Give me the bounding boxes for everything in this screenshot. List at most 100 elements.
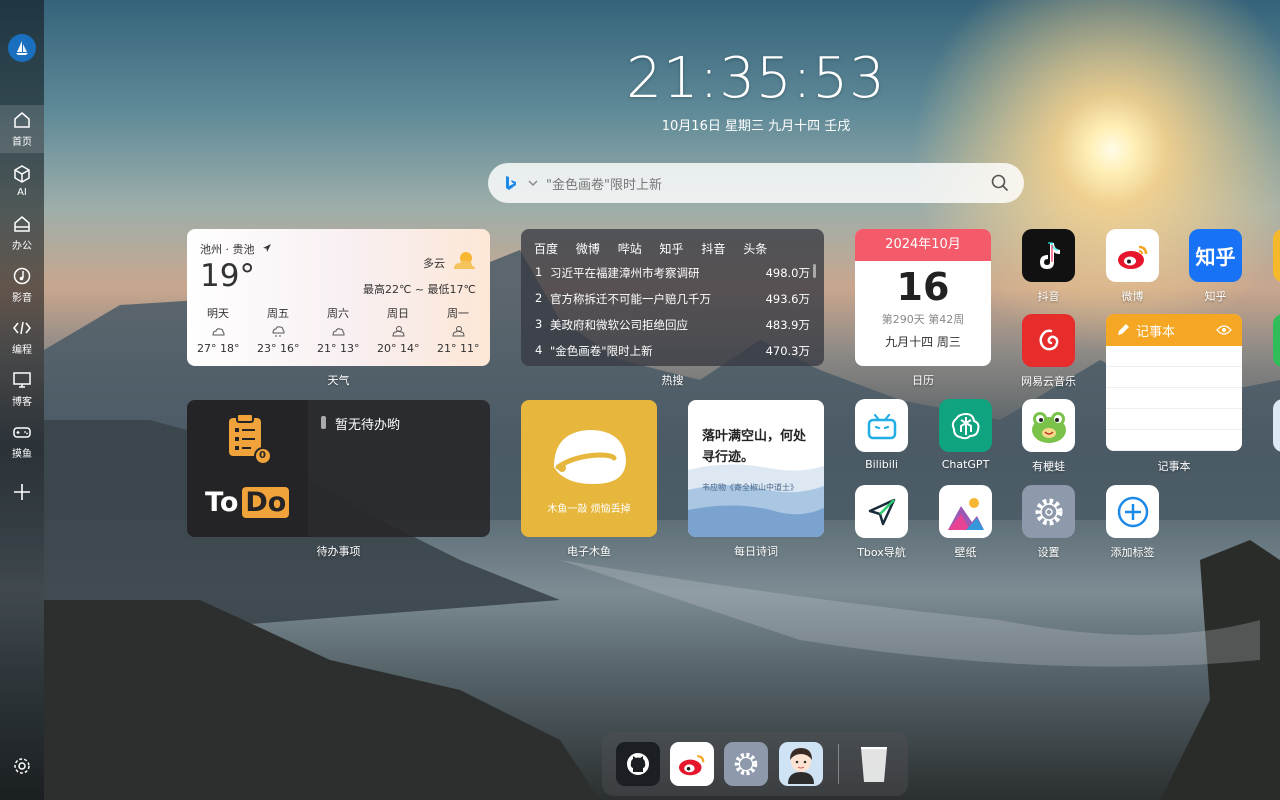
- bing-icon[interactable]: [502, 174, 520, 192]
- settings-button[interactable]: [0, 742, 44, 790]
- netease-music-app[interactable]: [1022, 314, 1075, 367]
- sidebar-item-code[interactable]: 编程: [0, 313, 44, 361]
- tbox-app[interactable]: [855, 485, 908, 538]
- dock-settings-app[interactable]: [724, 742, 768, 786]
- chatgpt-app[interactable]: [939, 399, 992, 452]
- dock-avatar-app[interactable]: [779, 742, 823, 786]
- calendar-lunar: 九月十四 周三: [885, 335, 961, 349]
- weibo-app[interactable]: [1106, 229, 1159, 282]
- zhihu-label: 知乎: [1204, 290, 1227, 303]
- wooden-fish-icon: [554, 430, 626, 484]
- github-icon: [627, 753, 649, 775]
- notepad-title: 记事本: [1136, 324, 1176, 340]
- poem-label: 每日诗词: [734, 545, 778, 558]
- gear-icon: [1035, 498, 1062, 525]
- tab-bilibili[interactable]: 哔站: [618, 242, 642, 256]
- sidebar-item-fun[interactable]: 摸鱼: [0, 417, 44, 465]
- add-bookmark-label: 添加标签: [1110, 546, 1155, 559]
- sidebar-item-label: 博客: [12, 397, 32, 408]
- wooden-fish-widget[interactable]: 木鱼一敲 烦恼丢掉: [521, 400, 657, 537]
- dock-weibo-app[interactable]: [670, 742, 714, 786]
- hot-search-scrollbar[interactable]: [813, 264, 816, 278]
- tab-douyin[interactable]: 抖音: [701, 242, 725, 256]
- sidebar-item-label: 编程: [12, 345, 32, 356]
- netease-music-icon: [1038, 329, 1058, 350]
- hot-search-item[interactable]: 1 习近平在福建漳州市考察调研 498.0万: [535, 265, 810, 281]
- wallpaper-label: 壁纸: [954, 546, 977, 559]
- weibo-icon: [1117, 245, 1147, 269]
- notepad-widget[interactable]: 记事本: [1106, 314, 1242, 451]
- weibo-icon: [679, 755, 705, 776]
- todo-badge: 0: [259, 450, 266, 461]
- weather-label: 天气: [327, 374, 350, 387]
- weather-location: 池州 · 贵池: [200, 241, 272, 257]
- hot-search-label: 热搜: [661, 374, 684, 387]
- tab-weibo[interactable]: 微博: [576, 242, 600, 256]
- douyin-app[interactable]: [1022, 229, 1075, 282]
- todo-widget[interactable]: 0 To Do 暂无待办哟: [187, 400, 490, 537]
- wallpaper-app[interactable]: [939, 485, 992, 538]
- hot-search-widget[interactable]: 百度 微博 哔站 知乎 抖音 头条 1 习近平在福建漳州市考察调研 498.0万…: [521, 229, 824, 366]
- weather-range: 最高22℃ ~ 最低17℃: [363, 283, 476, 296]
- tab-toutiao[interactable]: 头条: [743, 242, 767, 256]
- sidebar-item-label: 摸鱼: [12, 449, 32, 460]
- bilibili-icon: [867, 413, 896, 439]
- add-category-button[interactable]: [0, 468, 44, 516]
- trash-icon: [861, 747, 887, 782]
- sidebar-item-media[interactable]: 影音: [0, 261, 44, 309]
- poem-source: 韦应物《寄全椒山中道士》: [702, 483, 798, 492]
- notepad-lines[interactable]: [1106, 346, 1242, 451]
- calendar-widget[interactable]: 2024年10月 16 第290天 第42周 九月十四 周三: [855, 229, 991, 366]
- weather-condition: 多云: [423, 257, 445, 270]
- tab-baidu[interactable]: 百度: [534, 242, 558, 256]
- partly-cloudy-icon: [454, 252, 475, 269]
- calendar-day: 16: [896, 265, 950, 309]
- wallpaper-icon: [947, 497, 984, 530]
- hot-search-item[interactable]: 3 美政府和微软公司拒绝回应 483.9万: [535, 317, 810, 333]
- hot-search-item[interactable]: 4 "金色画卷"限时上新 470.3万: [535, 343, 810, 359]
- calendar-info: 第290天 第42周: [881, 313, 965, 326]
- plus-icon: [14, 484, 30, 500]
- chevron-down-icon[interactable]: [528, 178, 538, 188]
- search-bar[interactable]: "金色画卷"限时上新: [488, 163, 1024, 203]
- hot-search-tabs: 百度 微博 哔站 知乎 抖音 头条: [534, 240, 781, 257]
- dock-github-app[interactable]: [616, 742, 660, 786]
- zhihu-icon: 知乎: [1195, 245, 1236, 269]
- gear-icon: [14, 758, 30, 774]
- todo-empty-indicator: [321, 416, 326, 429]
- weather-temp: 19°: [200, 258, 255, 294]
- forecast-day: 周日 20° 14°: [377, 307, 420, 355]
- calendar-label: 日历: [912, 374, 934, 387]
- tab-zhihu[interactable]: 知乎: [660, 242, 684, 256]
- forecast-day: 明天 27° 18°: [197, 307, 240, 355]
- sidebar-item-blog[interactable]: 博客: [0, 365, 44, 413]
- hot-search-item[interactable]: 2 官方称拆迁不可能一户赔几千万 493.6万: [535, 291, 810, 307]
- partial-app-right[interactable]: [1273, 229, 1280, 282]
- weather-widget[interactable]: 池州 · 贵池 19° 多云 最高22℃ ~ 最低17℃ 明天 27° 18° …: [187, 229, 490, 366]
- sidebar-item-label: AI: [17, 187, 27, 198]
- cloudy-icon: [332, 328, 345, 336]
- weibo-label: 微博: [1121, 290, 1144, 303]
- bilibili-app[interactable]: [855, 399, 908, 452]
- settings-app[interactable]: [1022, 485, 1075, 538]
- sidebar-item-ai[interactable]: AI: [0, 157, 44, 205]
- partial-app-right-2[interactable]: [1273, 314, 1280, 367]
- poem-widget[interactable]: 落叶满空山，何处寻行迹。 韦应物《寄全椒山中道士》: [688, 400, 824, 537]
- search-input[interactable]: "金色画卷"限时上新: [546, 174, 990, 193]
- frog-label: 有梗蛙: [1032, 460, 1065, 473]
- douyin-icon: [1039, 241, 1060, 269]
- frog-icon: [1031, 411, 1066, 443]
- eye-icon[interactable]: [1216, 324, 1232, 336]
- partial-app-right-3[interactable]: [1273, 399, 1280, 452]
- dock-trash-app[interactable]: [852, 742, 896, 786]
- sidebar-item-label: 办公: [12, 241, 32, 252]
- frog-app[interactable]: [1022, 399, 1075, 452]
- gear-icon: [734, 752, 758, 776]
- sunny-cloud-icon: [392, 326, 405, 337]
- add-bookmark-app[interactable]: [1106, 485, 1159, 538]
- zhihu-app[interactable]: 知乎: [1189, 229, 1242, 282]
- wooden-fish-label: 电子木鱼: [567, 545, 611, 558]
- todo-empty-text: 暂无待办哟: [335, 418, 401, 433]
- search-icon[interactable]: [990, 173, 1010, 193]
- sidebar-item-office[interactable]: 办公: [0, 209, 44, 257]
